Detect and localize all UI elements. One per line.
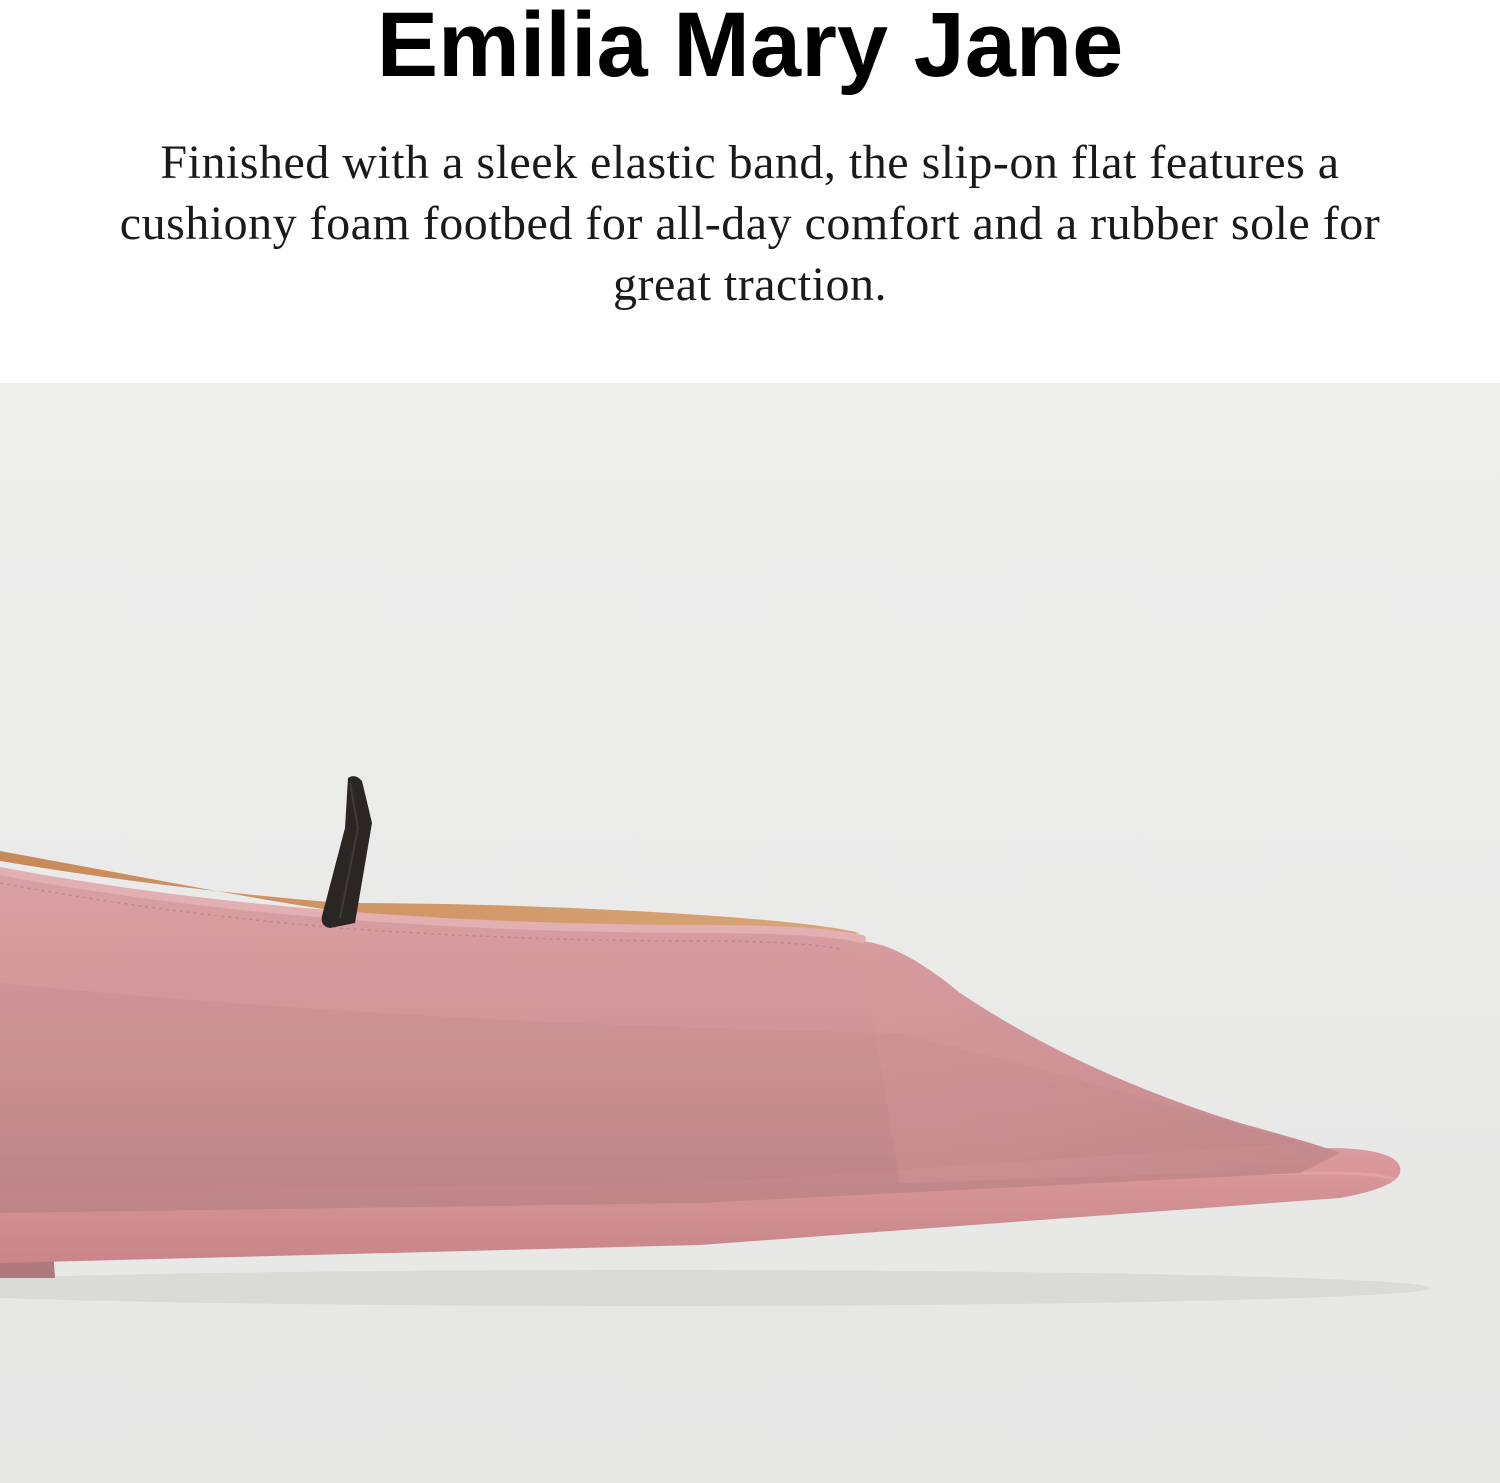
product-image — [0, 383, 1500, 1483]
product-feature-card: Emilia Mary Jane Finished with a sleek e… — [0, 0, 1500, 1483]
product-title: Emilia Mary Jane — [376, 0, 1124, 96]
shoe-illustration — [0, 383, 1500, 1483]
product-description: Finished with a sleek elastic band, the … — [119, 136, 1381, 311]
